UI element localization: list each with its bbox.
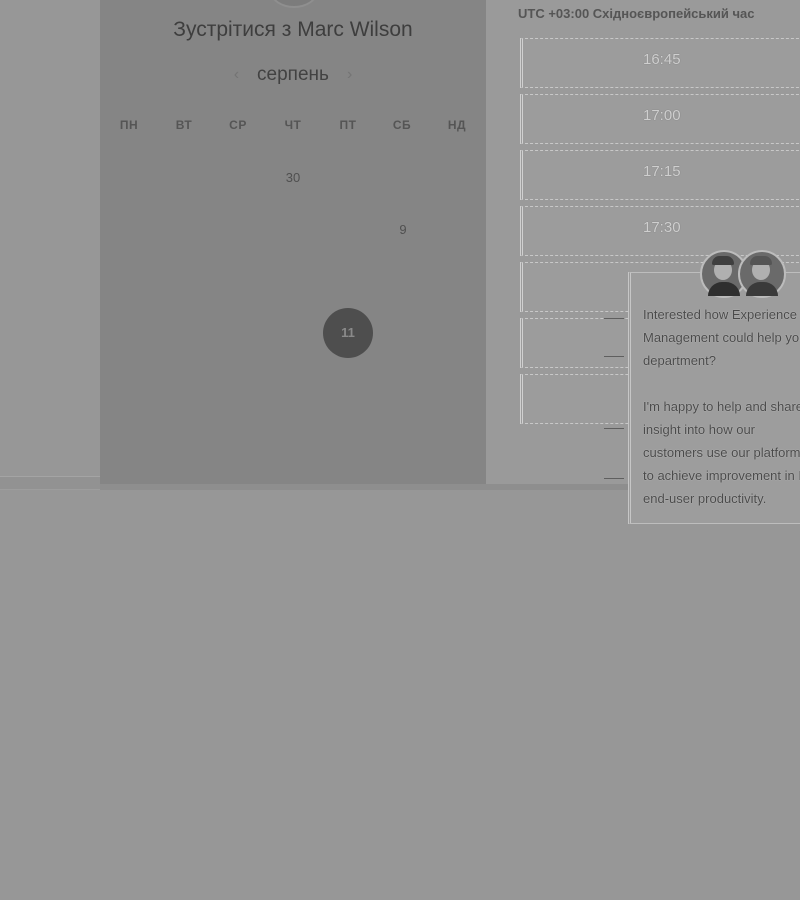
agent-avatar: [738, 250, 786, 298]
time-slot[interactable]: 16:45: [520, 38, 800, 88]
time-slot-label: 17:00: [643, 107, 681, 124]
divider: [604, 356, 624, 357]
weekday-header: ПН ВТ СР ЧТ ПТ СБ НД: [100, 118, 486, 138]
calendar-day-selected[interactable]: 11: [323, 308, 373, 358]
weekday-sun: НД: [447, 118, 467, 132]
avatar-body: [746, 282, 778, 296]
time-slot[interactable]: 17:15: [520, 150, 800, 200]
divider: [604, 478, 624, 479]
divider: [604, 428, 624, 429]
chat-popup[interactable]: Interested how Experience Management cou…: [628, 272, 800, 524]
month-navigation: ‹ серпень ›: [100, 62, 486, 88]
chat-paragraph: Interested how Experience Management cou…: [643, 307, 800, 368]
calendar-panel: Зустрітися з Marc Wilson ‹ серпень › ПН …: [100, 0, 486, 486]
chat-paragraph: I'm happy to help and share insight into…: [643, 399, 800, 506]
avatar-body: [708, 282, 740, 296]
calendar-day[interactable]: 9: [378, 215, 428, 245]
calendar-day[interactable]: 30: [268, 163, 318, 193]
scheduling-page: Зустрітися з Marc Wilson ‹ серпень › ПН …: [0, 0, 800, 900]
weekday-fri: ПТ: [339, 118, 357, 132]
meeting-title: Зустрітися з Marc Wilson: [173, 18, 413, 41]
avatar-hair: [712, 256, 734, 265]
time-slot-label: 17:15: [643, 163, 681, 180]
chat-message: Interested how Experience Management cou…: [643, 303, 800, 533]
weekday-tue: ВТ: [175, 118, 193, 132]
avatar-hair: [750, 256, 772, 265]
timezone-label[interactable]: UTC +03:00 Східноєвропейський час: [518, 6, 755, 21]
page-divider: [0, 476, 100, 490]
time-slot-label: 17:30: [643, 219, 681, 236]
chat-avatars: [700, 248, 790, 298]
time-slot[interactable]: 17:00: [520, 94, 800, 144]
weekday-sat: СБ: [392, 118, 412, 132]
time-slot-label: 16:45: [643, 51, 681, 68]
weekday-wed: СР: [229, 118, 247, 132]
weekday-thu: ЧТ: [284, 118, 302, 132]
chevron-right-icon[interactable]: ›: [347, 66, 352, 84]
chevron-left-icon[interactable]: ‹: [234, 66, 239, 84]
weekday-mon: ПН: [119, 118, 139, 132]
month-label: серпень: [257, 64, 329, 85]
host-avatar: [270, 0, 318, 8]
divider: [604, 318, 624, 319]
